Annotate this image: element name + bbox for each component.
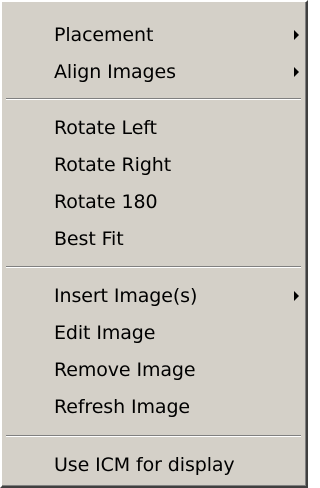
menu-item-insert-images[interactable]: Insert Image(s) (2, 279, 305, 313)
menu-separator (6, 435, 301, 437)
menu-item-align-images[interactable]: Align Images (2, 55, 305, 89)
menu-item-best-fit[interactable]: Best Fit (2, 222, 305, 256)
menu-item-label: Placement (54, 24, 154, 46)
menu-item-label: Best Fit (54, 228, 124, 250)
submenu-arrow-icon (294, 291, 299, 301)
submenu-arrow-icon (294, 67, 299, 77)
menu-item-label: Rotate Right (54, 154, 172, 176)
menu-item-label: Insert Image(s) (54, 285, 198, 307)
menu-item-label: Remove Image (54, 359, 196, 381)
menu-item-label: Edit Image (54, 322, 156, 344)
menu-item-placement[interactable]: Placement (2, 18, 305, 52)
menu-item-edit-image[interactable]: Edit Image (2, 316, 305, 350)
menu-item-remove-image[interactable]: Remove Image (2, 353, 305, 387)
menu-item-label: Rotate Left (54, 117, 157, 139)
menu-item-rotate-right[interactable]: Rotate Right (2, 148, 305, 182)
menu-item-label: Refresh Image (54, 396, 190, 418)
menu-item-rotate-left[interactable]: Rotate Left (2, 111, 305, 145)
menu-item-label: Use ICM for display (54, 454, 235, 476)
menu-item-refresh-image[interactable]: Refresh Image (2, 390, 305, 424)
menu-item-rotate-180[interactable]: Rotate 180 (2, 185, 305, 219)
context-menu-panel: Placement Align Images Rotate Left Rotat… (2, 2, 306, 486)
menu-separator (6, 98, 301, 100)
menu-item-label: Rotate 180 (54, 191, 158, 213)
context-menu: Placement Align Images Rotate Left Rotat… (0, 0, 308, 488)
submenu-arrow-icon (294, 30, 299, 40)
menu-item-label: Align Images (54, 61, 176, 83)
menu-separator (6, 266, 301, 268)
menu-item-use-icm-for-display[interactable]: Use ICM for display (2, 448, 305, 482)
